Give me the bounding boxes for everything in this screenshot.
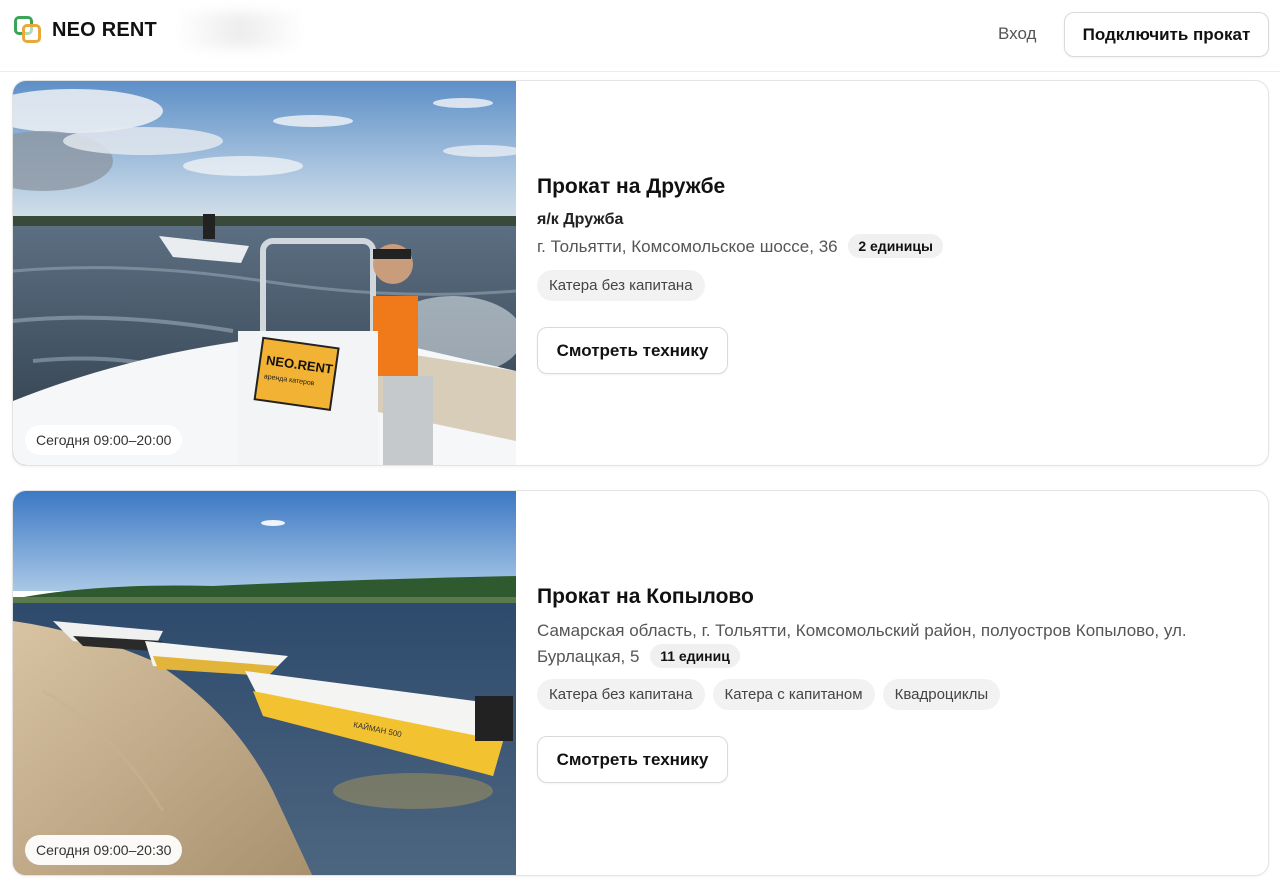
- rental-photo[interactable]: КАЙМАН 500 Сегодня 09:00–20:30: [13, 491, 516, 875]
- opening-hours-badge: Сегодня 09:00–20:30: [25, 835, 183, 865]
- units-count-badge: 2 единицы: [848, 234, 943, 258]
- rental-title[interactable]: Прокат на Дружбе: [537, 175, 725, 199]
- boat-photo-druzhba: NEO.RENT аренда катеров: [13, 81, 516, 465]
- category-tag: Катера с капитаном: [712, 679, 875, 710]
- rental-card[interactable]: КАЙМАН 500 Сегодня 09:00–20:30 Прокат на…: [12, 490, 1269, 876]
- connect-rental-button[interactable]: Подключить прокат: [1064, 12, 1269, 57]
- rental-address: Самарская область, г. Тольятти, Комсомол…: [537, 618, 1227, 670]
- units-count-badge: 11 единиц: [650, 644, 740, 668]
- site-header: NEO RENT Вход Подключить прокат: [0, 0, 1280, 72]
- brand-name: NEO RENT: [52, 18, 157, 41]
- view-equipment-button[interactable]: Смотреть технику: [537, 327, 728, 374]
- category-tags: Катера без капитана: [537, 270, 705, 301]
- rental-info: Прокат на Копылово Самарская область, г.…: [537, 491, 1237, 875]
- view-equipment-button[interactable]: Смотреть технику: [537, 736, 728, 783]
- rental-address: г. Тольятти, Комсомольское шоссе, 36 2 е…: [537, 234, 1227, 260]
- address-text: Самарская область, г. Тольятти, Комсомол…: [537, 621, 1187, 666]
- category-tags: Катера без капитана Катера с капитаном К…: [537, 679, 1001, 710]
- category-tag: Катера без капитана: [537, 679, 705, 710]
- opening-hours-badge: Сегодня 09:00–20:00: [25, 425, 183, 455]
- brand-logo[interactable]: NEO RENT: [14, 16, 157, 44]
- login-link[interactable]: Вход: [998, 24, 1036, 44]
- rental-subtitle: я/к Дружба: [537, 211, 624, 228]
- rental-title[interactable]: Прокат на Копылово: [537, 585, 754, 609]
- logo-icon: [14, 16, 42, 44]
- category-tag: Квадроциклы: [882, 679, 1001, 710]
- rental-info: Прокат на Дружбе я/к Дружба г. Тольятти,…: [537, 81, 1237, 465]
- rental-card[interactable]: NEO.RENT аренда катеров Сегодня 09:00–20…: [12, 80, 1269, 466]
- boat-photo-kopylovo: КАЙМАН 500: [13, 491, 516, 875]
- blurred-header-area: [175, 12, 305, 48]
- address-text: г. Тольятти, Комсомольское шоссе, 36: [537, 237, 838, 256]
- category-tag: Катера без капитана: [537, 270, 705, 301]
- rental-photo[interactable]: NEO.RENT аренда катеров Сегодня 09:00–20…: [13, 81, 516, 465]
